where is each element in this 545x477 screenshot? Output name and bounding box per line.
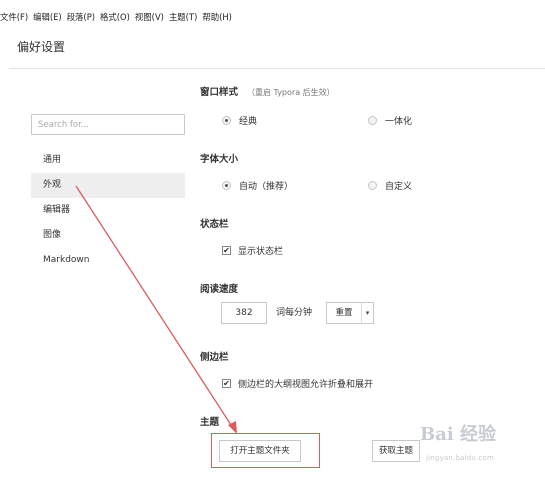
menu-file[interactable]: 文件(F) [0,8,28,26]
menu-theme[interactable]: 主题(T) [169,8,197,26]
watermark-url: jingyan.baidu.com [426,454,494,462]
side-panel-heading: 侧边栏 [200,352,229,363]
annotation-highlight-box [211,433,320,468]
radio-selected-icon[interactable] [222,181,231,190]
menu-format[interactable]: 格式(O) [100,8,130,26]
reading-speed-unit: 词每分钟 [276,308,313,318]
radio-label-unibody: 一体化 [385,117,413,127]
radio-option-classic[interactable]: 经典 [222,114,257,127]
checkbox-checked-icon[interactable]: ✔ [222,379,231,388]
radio-selected-icon[interactable] [222,116,231,125]
window-style-title: 窗口样式 [200,87,239,98]
settings-content: 窗口样式 （重启 Typora 后生效） 经典 一体化 字体大小 自动（推荐） 自… [200,0,545,477]
reset-dropdown-icon[interactable]: ▾ [361,302,374,324]
window-title: 偏好设置 [17,40,66,54]
baidu-watermark: Bai 经验 jingyan.baidu.com [420,418,530,468]
sidebar-item-image[interactable]: 图像 [31,223,185,248]
sidebar-item-editor[interactable]: 编辑器 [31,198,185,223]
radio-option-unibody[interactable]: 一体化 [368,114,412,127]
theme-heading: 主题 [200,417,220,428]
status-bar-heading: 状态栏 [200,219,229,230]
sidebar-nav: 通用 外观 编辑器 图像 Markdown [31,148,185,273]
radio-unselected-icon[interactable] [368,116,377,125]
window-style-note: （重启 Typora 后生效） [247,88,335,97]
get-theme-button[interactable]: 获取主题 [372,440,420,462]
sidebar-item-general[interactable]: 通用 [31,148,185,173]
radio-option-custom[interactable]: 自定义 [368,179,412,192]
radio-label-auto: 自动（推荐） [239,182,294,192]
sidebar-item-appearance[interactable]: 外观 [31,173,185,198]
radio-label-classic: 经典 [239,117,258,127]
font-size-heading: 字体大小 [200,154,239,165]
checkbox-option-outline[interactable]: ✔ 侧边栏的大纲视图允许折叠和展开 [222,377,373,390]
reset-button[interactable]: 重置 [326,302,362,324]
radio-option-auto[interactable]: 自动（推荐） [222,179,293,192]
checkbox-option-status-bar[interactable]: ✔ 显示状态栏 [222,244,283,257]
sidebar-item-markdown[interactable]: Markdown [31,248,185,273]
menu-view[interactable]: 视图(V) [135,8,164,26]
checkbox-label-outline: 侧边栏的大纲视图允许折叠和展开 [238,380,374,390]
menu-edit[interactable]: 编辑(E) [33,8,62,26]
reading-speed-heading: 阅读速度 [200,284,239,295]
checkbox-label-status-bar: 显示状态栏 [238,247,284,257]
window-style-heading: 窗口样式 （重启 Typora 后生效） [200,84,335,98]
preferences-window: 文件(F) 编辑(E) 段落(P) 格式(O) 视图(V) 主题(T) 帮助(H… [0,0,545,477]
radio-unselected-icon[interactable] [368,181,377,190]
checkbox-checked-icon[interactable]: ✔ [222,246,231,255]
menu-paragraph[interactable]: 段落(P) [67,8,95,26]
search-input[interactable] [31,114,185,135]
radio-label-custom: 自定义 [385,182,413,192]
watermark-logo-text: Bai 经验 [420,424,496,445]
reading-speed-input[interactable]: 382 [221,302,267,324]
